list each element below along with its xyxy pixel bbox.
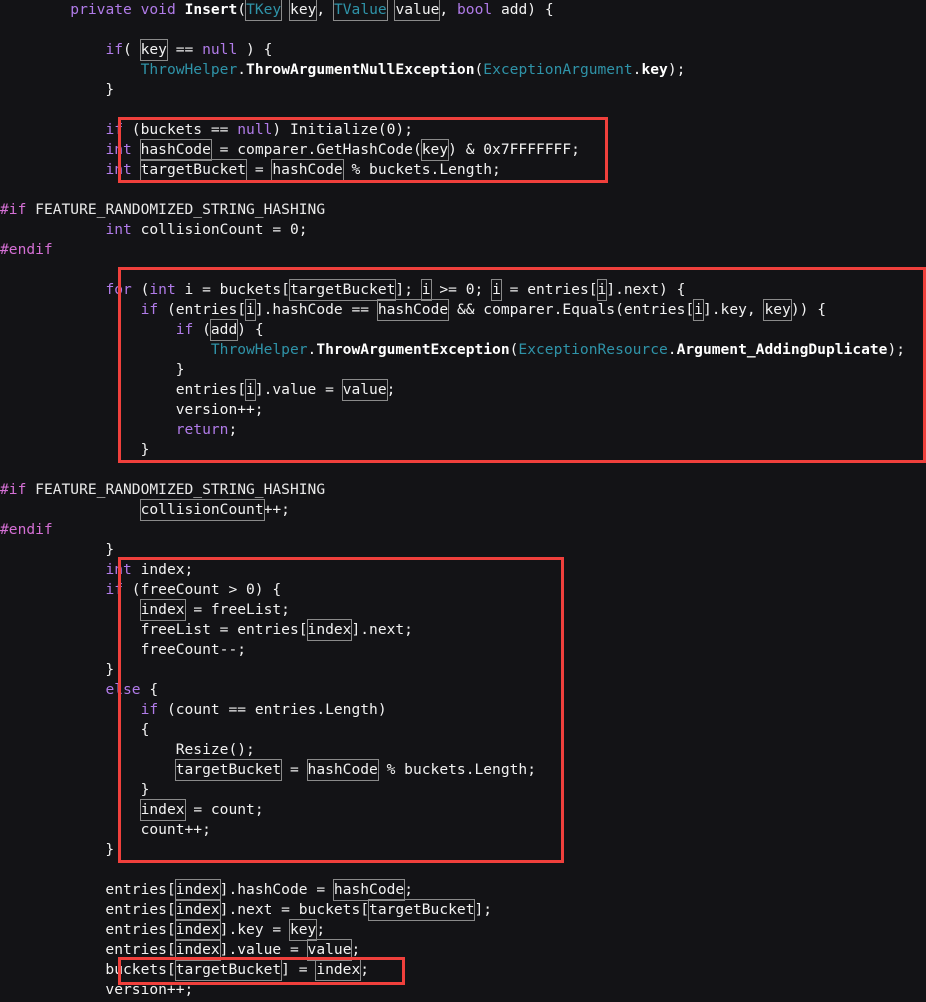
- code-line: if (add) {: [175, 319, 264, 341]
- code-line: entries[index].value = value;: [0, 939, 361, 961]
- code-line: if (count == entries.Length): [140, 701, 387, 718]
- code-line: {: [0, 721, 150, 738]
- code-line: entries[index].next = buckets[targetBuck…: [0, 899, 493, 921]
- code-line: else {: [105, 681, 159, 698]
- code-viewer[interactable]: private void Insert(TKey key, TValue val…: [0, 0, 926, 1002]
- code-line: index = count;: [139, 799, 264, 821]
- code-line: entries[index].key = key;: [0, 919, 326, 941]
- code-line: freeList = entries[index].next;: [0, 619, 413, 641]
- code-line: targetBucket = hashCode % buckets.Length…: [174, 759, 536, 781]
- code-line: collisionCount++;: [139, 499, 290, 521]
- code-line: for (int i = buckets[targetBucket]; i >=…: [105, 279, 686, 301]
- code-line: }: [0, 781, 150, 798]
- code-line: #if FEATURE_RANDOMIZED_STRING_HASHING: [0, 201, 326, 218]
- code-line: int index;: [105, 561, 194, 578]
- code-line: index = freeList;: [139, 599, 290, 621]
- code-line: int collisionCount = 0;: [105, 221, 308, 238]
- code-line: }: [0, 441, 150, 458]
- code-line: }: [0, 661, 115, 678]
- code-line: }: [0, 541, 115, 558]
- code-line: int hashCode = comparer.GetHashCode(key)…: [105, 139, 580, 161]
- code-line: #if FEATURE_RANDOMIZED_STRING_HASHING: [0, 481, 326, 498]
- code-line: buckets[targetBucket] = index;: [0, 959, 370, 981]
- code-line: Resize();: [0, 741, 255, 758]
- code-line: if (entries[i].hashCode == hashCode && c…: [140, 299, 826, 321]
- code-line: return;: [175, 421, 238, 438]
- code-line: version++;: [0, 401, 264, 418]
- code-line: if (buckets == null) Initialize(0);: [105, 121, 413, 138]
- code-line: version++;: [0, 981, 194, 998]
- code-line: }: [0, 81, 115, 98]
- code-line: ThrowHelper.ThrowArgumentNullException(E…: [140, 61, 686, 78]
- code-line: }: [0, 361, 185, 378]
- code-line: if (freeCount > 0) {: [105, 581, 282, 598]
- code-line: ThrowHelper.ThrowArgumentException(Excep…: [210, 341, 906, 358]
- code-line: }: [0, 841, 115, 858]
- code-line: entries[i].value = value;: [0, 379, 396, 401]
- code-line: private void Insert(TKey key, TValue val…: [70, 0, 554, 21]
- code-line: count++;: [0, 821, 211, 838]
- code-line: #endif: [0, 521, 53, 538]
- code-line: #endif: [0, 241, 53, 258]
- code-line: freeCount--;: [0, 641, 247, 658]
- code-line: entries[index].hashCode = hashCode;: [0, 879, 413, 901]
- code-line: if( key == null ) {: [105, 39, 273, 61]
- code-line: int targetBucket = hashCode % buckets.Le…: [105, 159, 501, 181]
